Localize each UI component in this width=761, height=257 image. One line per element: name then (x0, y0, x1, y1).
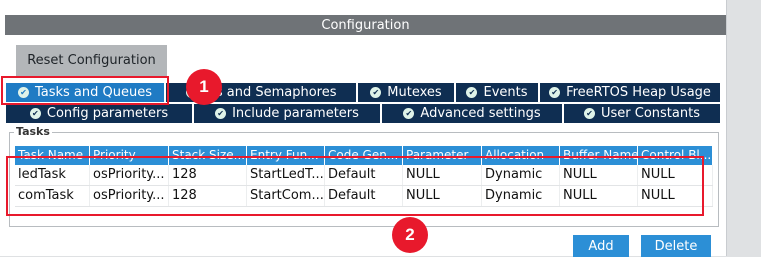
tab-label: Include parameters (232, 106, 359, 121)
tab-user-constants[interactable]: ✔ User Constants (564, 104, 720, 123)
check-icon: ✔ (466, 87, 478, 98)
tab-events[interactable]: ✔ Events (456, 83, 538, 102)
tab-freertos-heap-usage[interactable]: ✔ FreeRTOS Heap Usage (540, 83, 720, 102)
delete-button[interactable]: Delete (641, 235, 711, 257)
tab-advanced-settings[interactable]: ✔ Advanced settings (382, 104, 562, 123)
top-strip (0, 0, 726, 14)
tab-config-parameters[interactable]: ✔ Config parameters (6, 104, 192, 123)
tasks-legend: Tasks (14, 125, 52, 138)
highlight-box-tasks-tab (1, 76, 169, 105)
tab-mutexes[interactable]: ✔ Mutexes (358, 83, 454, 102)
tab-row-2: ✔ Config parameters ✔ Include parameters… (6, 104, 720, 125)
tab-label: Events (483, 85, 528, 100)
check-icon: ✔ (549, 87, 561, 98)
check-icon: ✔ (215, 108, 227, 119)
tab-include-parameters[interactable]: ✔ Include parameters (194, 104, 380, 123)
tab-label: Mutexes (387, 85, 442, 100)
add-button[interactable]: Add (573, 235, 629, 257)
highlight-box-task-rows (6, 156, 704, 216)
check-icon: ✔ (370, 87, 382, 98)
tab-label: FreeRTOS Heap Usage (566, 85, 711, 100)
reset-configuration-button[interactable]: Reset Configuration (16, 45, 167, 76)
check-icon: ✔ (29, 108, 41, 119)
configuration-panel: Configuration Reset Configuration ✔ Task… (0, 0, 727, 257)
configuration-title: Configuration (5, 15, 726, 35)
step-badge-1: 1 (186, 69, 222, 105)
check-icon: ✔ (584, 108, 595, 119)
step-badge-2: 2 (392, 217, 428, 253)
tab-label: Advanced settings (420, 106, 541, 121)
tab-label: User Constants (601, 106, 700, 121)
check-icon: ✔ (403, 108, 415, 119)
tab-label: ers and Semaphores (202, 85, 337, 100)
tab-label: Config parameters (46, 106, 169, 121)
